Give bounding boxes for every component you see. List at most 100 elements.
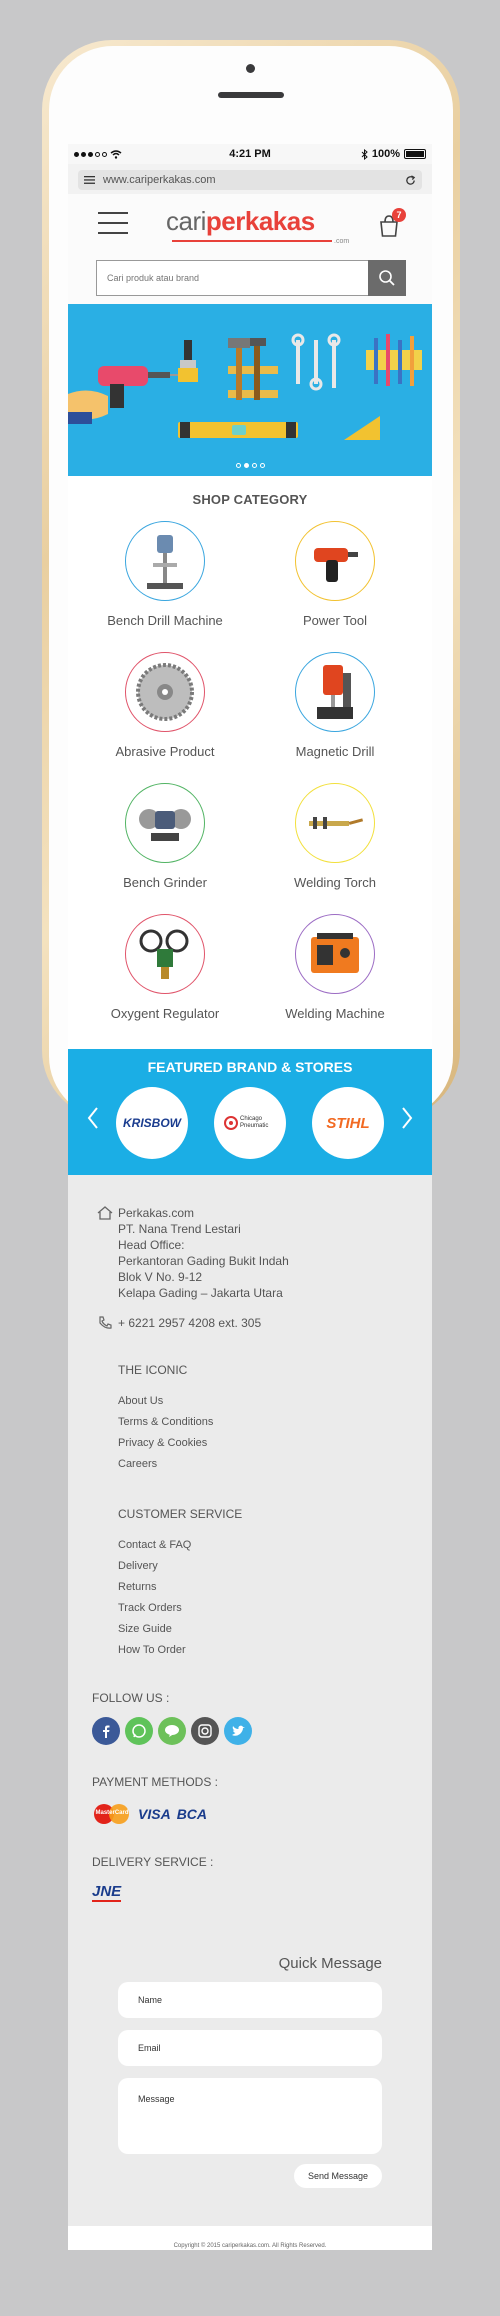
footer-link-about-us[interactable]: About Us — [118, 1391, 432, 1412]
category-ring — [125, 652, 205, 732]
visa-logo: VISA — [138, 1806, 171, 1822]
search-input[interactable] — [96, 260, 368, 296]
email-field[interactable] — [118, 2030, 382, 2066]
address-line: Blok V No. 9-12 — [118, 1270, 203, 1284]
reload-icon[interactable] — [405, 174, 416, 186]
footer-link-delivery[interactable]: Delivery — [118, 1556, 432, 1577]
menu-lines-icon[interactable] — [84, 176, 95, 184]
follow-us-label: FOLLOW US : — [92, 1691, 170, 1705]
message-field[interactable] — [118, 2078, 382, 2154]
customer-service-heading: CUSTOMER SERVICE — [118, 1507, 243, 1521]
saw-blade-icon — [136, 663, 194, 721]
bca-logo: BCA — [176, 1806, 208, 1822]
facebook-icon[interactable] — [92, 1717, 120, 1745]
cart-count-badge: 7 — [392, 208, 406, 222]
phone-icon — [99, 1316, 112, 1329]
site-logo[interactable]: cariperkakas — [166, 206, 315, 237]
category-abrasive[interactable]: Abrasive Product — [80, 652, 250, 783]
footer-link-track-orders[interactable]: Track Orders — [118, 1598, 432, 1619]
shop-category-section: SHOP CATEGORY Bench Drill Machine Power … — [68, 476, 432, 1045]
url-text: www.cariperkakas.com — [103, 174, 216, 186]
category-welding-torch[interactable]: Welding Torch — [250, 783, 420, 914]
camera-icon — [246, 64, 255, 73]
category-ring — [125, 521, 205, 601]
signal-icon — [74, 151, 107, 157]
quick-message-title: Quick Message — [278, 1955, 382, 1972]
address-block: Perkakas.com PT. Nana Trend Lestari Head… — [68, 1205, 432, 1301]
payment-logos: MasterCard VISA BCA — [68, 1803, 432, 1825]
search-button[interactable] — [368, 260, 406, 296]
category-power-tool[interactable]: Power Tool — [250, 521, 420, 652]
category-label: Welding Machine — [285, 1006, 385, 1021]
site-footer: Perkakas.com PT. Nana Trend Lestari Head… — [68, 1175, 432, 2250]
category-bench-grinder[interactable]: Bench Grinder — [80, 783, 250, 914]
name-field[interactable] — [118, 1982, 382, 2018]
hamburger-menu-icon[interactable] — [98, 212, 128, 234]
battery-percent: 100% — [371, 148, 400, 160]
category-ring — [295, 914, 375, 994]
brand-chicago-pneumatic[interactable]: Chicago Pneumatic — [214, 1087, 286, 1159]
footer-link-careers[interactable]: Careers — [118, 1454, 432, 1475]
footer-link-how-to-order[interactable]: How To Order — [118, 1640, 432, 1661]
category-label: Magnetic Drill — [295, 744, 375, 759]
hero-banner[interactable] — [68, 304, 432, 476]
logo-suffix: .com — [334, 238, 350, 245]
category-oxygen-regulator[interactable]: Oxygent Regulator — [80, 914, 250, 1045]
welding-machine-icon — [311, 933, 359, 973]
search-bar — [96, 260, 406, 296]
brand-krisbow[interactable]: KRISBOW — [116, 1087, 188, 1159]
status-bar: 4:21 PM 100% — [68, 144, 432, 164]
twitter-icon[interactable] — [224, 1717, 252, 1745]
iconic-links: THE ICONIC About Us Terms & Conditions P… — [68, 1363, 432, 1475]
payment-methods-label: PAYMENT METHODS : — [92, 1775, 219, 1789]
category-bench-drill[interactable]: Bench Drill Machine — [80, 521, 250, 652]
logo-underline — [172, 240, 332, 242]
brand-stihl[interactable]: STIHL — [312, 1087, 384, 1159]
footer-link-size-guide[interactable]: Size Guide — [118, 1619, 432, 1640]
category-ring — [295, 783, 375, 863]
chevron-right-icon[interactable] — [400, 1105, 414, 1131]
address-line: Kelapa Gading – Jakarta Utara — [118, 1286, 283, 1300]
send-message-button[interactable]: Send Message — [293, 2164, 382, 2188]
category-label: Power Tool — [302, 613, 368, 628]
bench-grinder-icon — [139, 809, 191, 841]
phone-number[interactable]: + 6221 2957 4208 ext. 305 — [68, 1315, 432, 1331]
search-icon — [379, 270, 395, 286]
category-welding-machine[interactable]: Welding Machine — [250, 914, 420, 1045]
battery-icon — [404, 149, 426, 159]
mastercard-logo: MasterCard — [92, 1803, 132, 1825]
address-bar[interactable]: www.cariperkakas.com — [78, 170, 422, 190]
phone-screen: 4:21 PM 100% www.cariperkakas.com caripe… — [68, 144, 432, 2250]
brand-carousel: KRISBOW Chicago Pneumatic STIHL — [68, 1087, 432, 1159]
social-icons — [68, 1717, 432, 1745]
footer-link-privacy[interactable]: Privacy & Cookies — [118, 1433, 432, 1454]
browser-bar: www.cariperkakas.com — [68, 164, 432, 194]
featured-brands-section: FEATURED BRAND & STORES KRISBOW Chicago … — [68, 1049, 432, 1175]
category-ring — [295, 521, 375, 601]
welding-torch-icon — [309, 817, 364, 829]
whatsapp-icon[interactable] — [125, 1717, 153, 1745]
address-line: Perkantoran Gading Bukit Indah — [118, 1254, 289, 1268]
speaker-grille — [218, 92, 284, 98]
power-drill-icon — [314, 548, 358, 582]
tools-illustration — [68, 333, 422, 440]
shop-category-title: SHOP CATEGORY — [192, 492, 308, 507]
category-label: Oxygent Regulator — [110, 1006, 220, 1021]
category-ring — [125, 783, 205, 863]
category-magnetic-drill[interactable]: Magnetic Drill — [250, 652, 420, 783]
footer-link-contact[interactable]: Contact & FAQ — [118, 1535, 432, 1556]
line-icon[interactable] — [158, 1717, 186, 1745]
chicago-pneumatic-logo-icon — [224, 1116, 238, 1130]
category-label: Abrasive Product — [115, 744, 215, 759]
footer-link-returns[interactable]: Returns — [118, 1577, 432, 1598]
instagram-icon[interactable] — [191, 1717, 219, 1745]
category-label: Welding Torch — [294, 875, 376, 890]
footer-link-terms[interactable]: Terms & Conditions — [118, 1412, 432, 1433]
category-grid: Bench Drill Machine Power Tool Abrasive … — [68, 507, 432, 1045]
carousel-dots[interactable] — [68, 463, 432, 468]
category-label: Bench Grinder — [123, 875, 207, 890]
drill-press-icon — [147, 535, 183, 589]
category-ring — [125, 914, 205, 994]
bluetooth-icon — [361, 148, 368, 160]
featured-title: FEATURED BRAND & STORES — [147, 1059, 353, 1075]
